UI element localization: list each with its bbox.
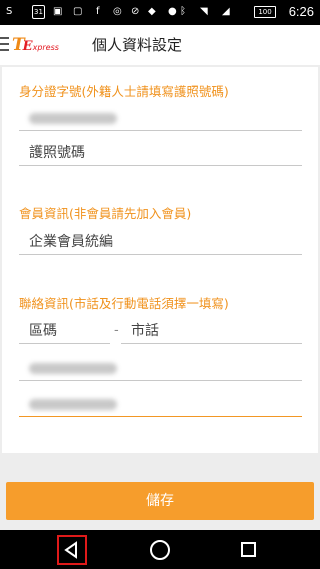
clock: 6:26 — [288, 4, 314, 19]
status-bar: S 31 ▣ ▢ f ◎ ⊘ ◆ ● ᛒ ◥ ◢ 100 6:26 — [0, 0, 320, 25]
home-icon — [149, 540, 171, 560]
masked-value — [29, 363, 117, 374]
navigation-bar — [0, 530, 320, 569]
image-icon: ▣ — [53, 6, 63, 17]
landline-placeholder: 市話 — [131, 323, 159, 339]
id-section-label: 身分證字號(外籍人士請填寫護照號碼) — [19, 84, 229, 99]
id-number-field[interactable] — [19, 109, 302, 131]
recents-button[interactable] — [238, 539, 260, 565]
landline-field[interactable]: 市話 — [121, 322, 302, 344]
location-icon: ● — [168, 6, 177, 17]
recents-icon — [241, 542, 256, 557]
company-id-placeholder: 企業會員統編 — [29, 234, 113, 250]
s-icon: S — [6, 6, 13, 17]
home-button[interactable] — [148, 538, 172, 566]
phone-number-field[interactable] — [19, 359, 302, 381]
block-icon: ⊘ — [131, 6, 140, 17]
back-icon — [64, 541, 77, 559]
contact-section-label: 聯絡資訊(市話及行動電話須擇一填寫) — [19, 296, 229, 311]
whatsapp-icon: ◎ — [113, 6, 122, 17]
facebook-icon: f — [96, 6, 100, 17]
area-code-placeholder: 區碼 — [29, 323, 57, 339]
texpress-logo: TExpress — [12, 35, 59, 55]
android-icon: ◆ — [148, 6, 156, 17]
back-button[interactable] — [57, 535, 87, 565]
save-button[interactable]: 儲存 — [6, 482, 314, 520]
member-section-label: 會員資訊(非會員請先加入會員) — [19, 206, 192, 221]
area-code-field[interactable]: 區碼 — [19, 322, 110, 344]
bluetooth-icon: ᛒ — [180, 6, 186, 17]
phone-separator: - — [114, 323, 119, 338]
masked-value — [29, 399, 117, 410]
passport-placeholder: 護照號碼 — [29, 145, 85, 161]
app-bar: TExpress 個人資料設定 — [0, 25, 320, 65]
page-title: 個人資料設定 — [92, 36, 183, 54]
company-id-field[interactable]: 企業會員統編 — [19, 233, 302, 255]
profile-form-card: 身分證字號(外籍人士請填寫護照號碼) 護照號碼 會員資訊(非會員請先加入會員) … — [2, 67, 318, 453]
passport-number-field[interactable]: 護照號碼 — [19, 144, 302, 166]
menu-icon[interactable] — [0, 37, 10, 51]
notification-icon: ▢ — [73, 6, 83, 17]
battery-icon: 100 — [254, 6, 276, 18]
mobile-number-field[interactable] — [19, 395, 302, 417]
masked-value — [29, 113, 117, 124]
wifi-icon: ◥ — [200, 6, 208, 17]
signal-icon: ◢ — [222, 6, 230, 17]
calendar-icon: 31 — [32, 5, 45, 19]
